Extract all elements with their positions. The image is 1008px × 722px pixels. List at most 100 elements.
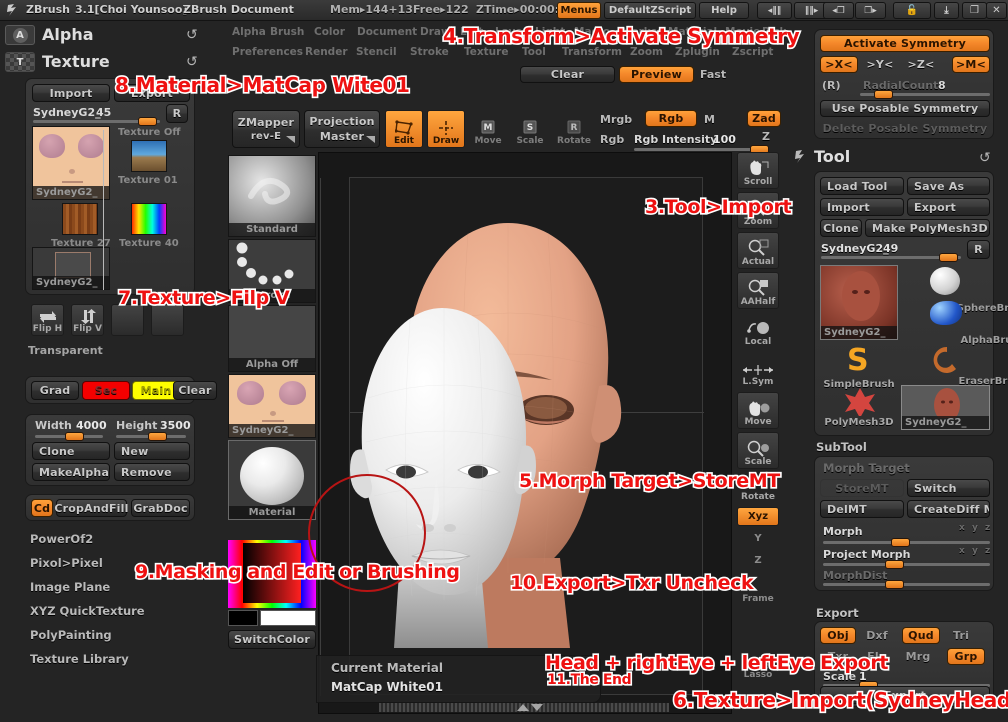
scale-mode-button[interactable]: S Scale [511, 110, 549, 148]
projection-master-button[interactable]: Projection Master [304, 110, 380, 148]
symmetry-z-button[interactable]: >Z< [902, 56, 940, 73]
tool-export-button[interactable]: Export [907, 198, 990, 216]
texture-thumb-sydney[interactable]: SydneyG2_ [32, 247, 110, 290]
canvas-fast-label[interactable]: Fast [700, 68, 726, 81]
texture-thumb-27[interactable] [62, 203, 98, 235]
tool-reset-button[interactable]: R [967, 240, 990, 259]
menu-item-preferences[interactable]: Preferences [232, 46, 303, 58]
mrgb-toggle[interactable]: Mrgb [600, 113, 632, 126]
export-tri-toggle[interactable]: Tri [943, 627, 979, 644]
clear-color-button[interactable]: Clear [173, 381, 217, 400]
texture-off-label[interactable]: Texture Off [118, 127, 180, 138]
menu-item-document[interactable]: Document [357, 26, 417, 38]
y-axis-button[interactable]: Y [737, 529, 779, 549]
subpalette-texture-library[interactable]: Texture Library [30, 652, 129, 666]
subtool-title[interactable]: SubTool [816, 440, 867, 454]
tool-thumb-sydney-selected[interactable]: SydneyG2_ [901, 385, 990, 430]
zscript-button[interactable]: DefaultZScript [604, 2, 696, 19]
export-qud-toggle[interactable]: Qud [902, 627, 940, 644]
texture-thumb-40[interactable] [131, 203, 167, 235]
lsym-tool-button[interactable]: L.Sym [737, 352, 779, 389]
alpha-refresh-icon[interactable]: ↺ [186, 27, 198, 43]
secondary-color-button[interactable]: Sec [82, 381, 130, 400]
tool-thumb-simplebrush[interactable]: S [820, 345, 898, 379]
scale-tool-button[interactable]: Scale [737, 432, 779, 469]
window-next-button[interactable]: ❐▸ [855, 2, 886, 19]
subpalette-image-plane[interactable]: Image Plane [30, 580, 110, 594]
radialcount-slider[interactable] [860, 90, 990, 99]
brush-selector[interactable]: Standard [228, 155, 316, 237]
scroll-arrows-icon[interactable] [515, 703, 545, 713]
delmt-button[interactable]: DelMT [820, 500, 904, 518]
symmetry-y-button[interactable]: >Y< [861, 56, 899, 73]
primary-swatch[interactable] [260, 610, 316, 626]
makealpha-button[interactable]: MakeAlpha [32, 463, 110, 481]
cd-toggle[interactable]: Cd [31, 499, 53, 517]
texture-selector[interactable]: SydneyG2_ [228, 374, 316, 438]
subpalette-pixol-pixel[interactable]: Pixol>Pixel [30, 556, 103, 570]
export-mrg-toggle[interactable]: Mrg [899, 648, 937, 665]
creatediff-button[interactable]: CreateDiff M [907, 500, 990, 518]
symmetry-m-button[interactable]: >M< [952, 56, 990, 73]
menus-button[interactable]: Menus [557, 2, 601, 19]
width-slider[interactable] [35, 432, 103, 441]
morph-target-title[interactable]: Morph Target [823, 461, 910, 475]
project-morph-slider[interactable] [823, 560, 990, 569]
aahalf-tool-button[interactable]: AAHalf [737, 272, 779, 309]
move-tool-button[interactable]: Move [737, 392, 779, 429]
grabdoc-button[interactable]: GrabDoc [131, 499, 190, 517]
subpalette-powerof2[interactable]: PowerOf2 [30, 532, 93, 546]
tool-thumb-polymesh3d[interactable] [820, 385, 898, 417]
storemt-button[interactable]: StoreMT [820, 479, 904, 497]
menu-item-stencil[interactable]: Stencil [356, 46, 397, 58]
use-posable-symmetry-button[interactable]: Use Posable Symmetry [820, 100, 990, 117]
texture-thumb-01[interactable] [131, 140, 167, 172]
actual-tool-button[interactable]: Actual [737, 232, 779, 269]
material-selector[interactable]: Material [228, 440, 316, 520]
texture-index-slider[interactable] [33, 117, 160, 126]
window-prev-button[interactable]: ◂❐ [823, 2, 854, 19]
zadd-toggle[interactable]: Zad [747, 110, 781, 127]
menu-item-alpha[interactable]: Alpha [232, 26, 266, 38]
transparent-label[interactable]: Transparent [28, 344, 103, 357]
scroll-tool-button[interactable]: Scroll [737, 152, 779, 189]
rgb-intensity-slider[interactable] [634, 145, 769, 154]
tool-thumb-alphabrush[interactable] [901, 296, 990, 334]
lock-icon[interactable]: 🔓 [893, 2, 931, 19]
draw-mode-button[interactable]: Draw [427, 110, 465, 148]
tool-thumb-eraserbrush[interactable] [901, 342, 990, 376]
export-section-title[interactable]: Export [816, 606, 859, 620]
menu-item-brush[interactable]: Brush [270, 26, 304, 38]
switchcolor-button[interactable]: SwitchColor [228, 630, 316, 649]
new-document-button[interactable]: New [114, 442, 190, 460]
xyz-toggle-button[interactable]: Xyz [737, 507, 779, 526]
help-button[interactable]: Help [699, 2, 749, 19]
subpalette-xyz-quicktexture[interactable]: XYZ QuickTexture [30, 604, 145, 618]
remove-button[interactable]: Remove [114, 463, 190, 481]
cropandfill-button[interactable]: CropAndFill [54, 499, 128, 517]
texture-thumb-selected[interactable]: SydneyG2_ [32, 126, 110, 200]
save-as-button[interactable]: Save As [907, 177, 990, 195]
switch-button[interactable]: Switch [907, 479, 990, 497]
tool-thumb-sydney-top[interactable]: SydneyG2_ [820, 265, 898, 340]
tool-refresh-icon[interactable]: ↺ [979, 150, 991, 166]
clone-document-button[interactable]: Clone [32, 442, 110, 460]
symmetry-x-button[interactable]: >X< [820, 56, 858, 73]
rgb-toggle[interactable]: Rgb [645, 110, 697, 127]
canvas-area[interactable]: Current Material MatCap White01 [308, 152, 732, 714]
z-axis-button[interactable]: Z [737, 551, 779, 571]
minimize-button[interactable]: ⤓ [934, 2, 959, 19]
texture-reset-button[interactable]: R [166, 104, 188, 123]
menu-item-render[interactable]: Render [305, 46, 348, 58]
alpha-selector[interactable]: Alpha Off [228, 305, 316, 372]
height-slider[interactable] [116, 432, 186, 441]
rotate-mode-button[interactable]: R Rotate [553, 110, 595, 148]
tool-clone-button[interactable]: Clone [820, 219, 862, 237]
zsub-toggle[interactable]: Z [762, 130, 770, 143]
symmetry-r-label[interactable]: (R) [822, 79, 841, 92]
canvas-clear-button[interactable]: Clear [520, 66, 615, 83]
nav-prev-button[interactable]: ◂‖‖ [757, 2, 792, 19]
m-toggle[interactable]: M [704, 113, 715, 126]
restore-button[interactable]: ❐ [962, 2, 987, 19]
activate-symmetry-button[interactable]: Activate Symmetry [820, 35, 990, 52]
